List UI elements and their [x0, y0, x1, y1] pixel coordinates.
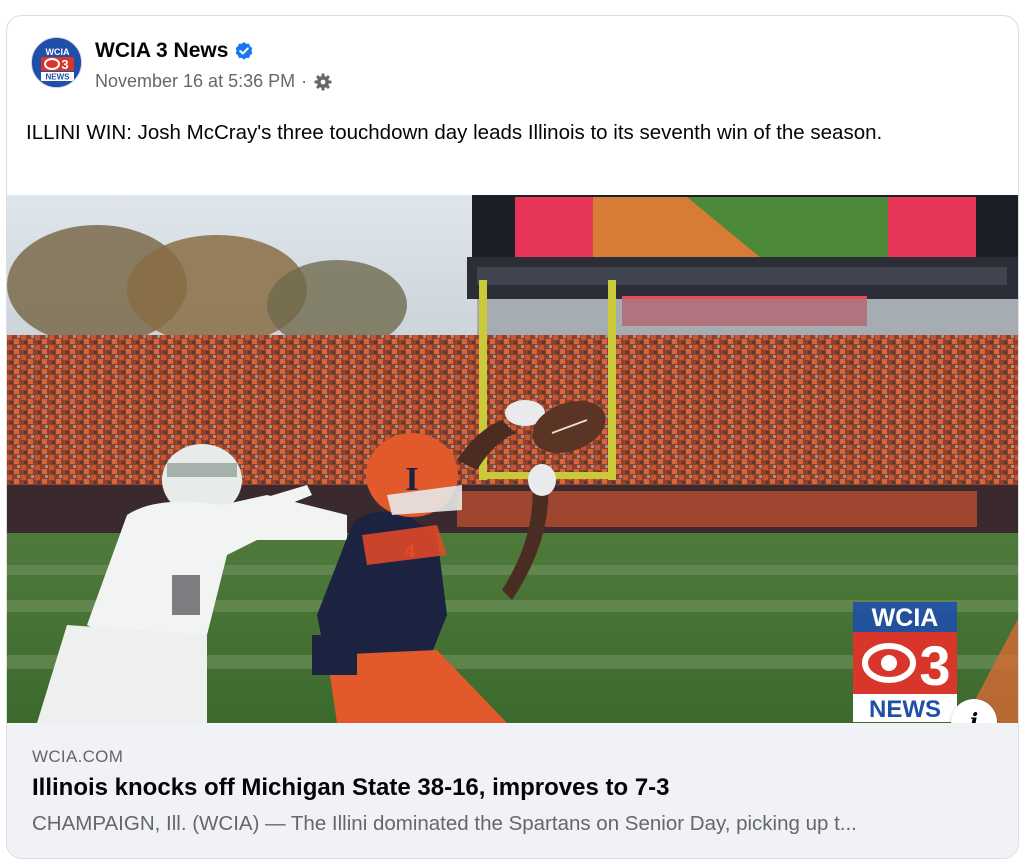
avatar-line2: 3 — [61, 57, 68, 72]
verified-badge-icon — [236, 42, 253, 60]
watermark-top: WCIA — [872, 604, 939, 632]
page-name[interactable]: WCIA 3 News — [95, 39, 228, 63]
wcia-watermark-icon: WCIA 3 NEWS — [853, 602, 957, 723]
link-preview[interactable]: WCIA.COM Illinois knocks off Michigan St… — [7, 723, 1018, 858]
post-header: WCIA 3 NEWS WCIA 3 News November 16 at 5… — [7, 16, 1018, 111]
post-image[interactable]: I 4 WCIA 3 NEWS — [7, 195, 1018, 723]
avatar-line3: NEWS — [46, 73, 71, 82]
page-name-row: WCIA 3 News — [95, 39, 254, 63]
post-message: ILLINI WIN: Josh McCray's three touchdow… — [26, 121, 883, 144]
watermark-number: 3 — [919, 634, 950, 697]
page-avatar[interactable]: WCIA 3 NEWS — [31, 37, 82, 88]
link-title[interactable]: Illinois knocks off Michigan State 38-16… — [32, 774, 670, 802]
svg-text:4: 4 — [405, 541, 415, 561]
watermark-bottom: NEWS — [869, 696, 941, 723]
post-card: WCIA 3 NEWS WCIA 3 News November 16 at 5… — [6, 15, 1019, 859]
wcia-logo-icon: WCIA 3 NEWS — [32, 38, 81, 87]
gear-icon[interactable] — [313, 72, 333, 92]
link-description: CHAMPAIGN, Ill. (WCIA) — The Illini domi… — [32, 812, 857, 835]
post-timestamp[interactable]: November 16 at 5:36 PM — [95, 71, 295, 92]
meta-separator: · — [301, 71, 308, 91]
link-domain: WCIA.COM — [32, 747, 124, 766]
post-meta: November 16 at 5:36 PM · — [95, 71, 333, 92]
avatar-line1: WCIA — [46, 47, 70, 57]
svg-text:I: I — [405, 461, 418, 498]
